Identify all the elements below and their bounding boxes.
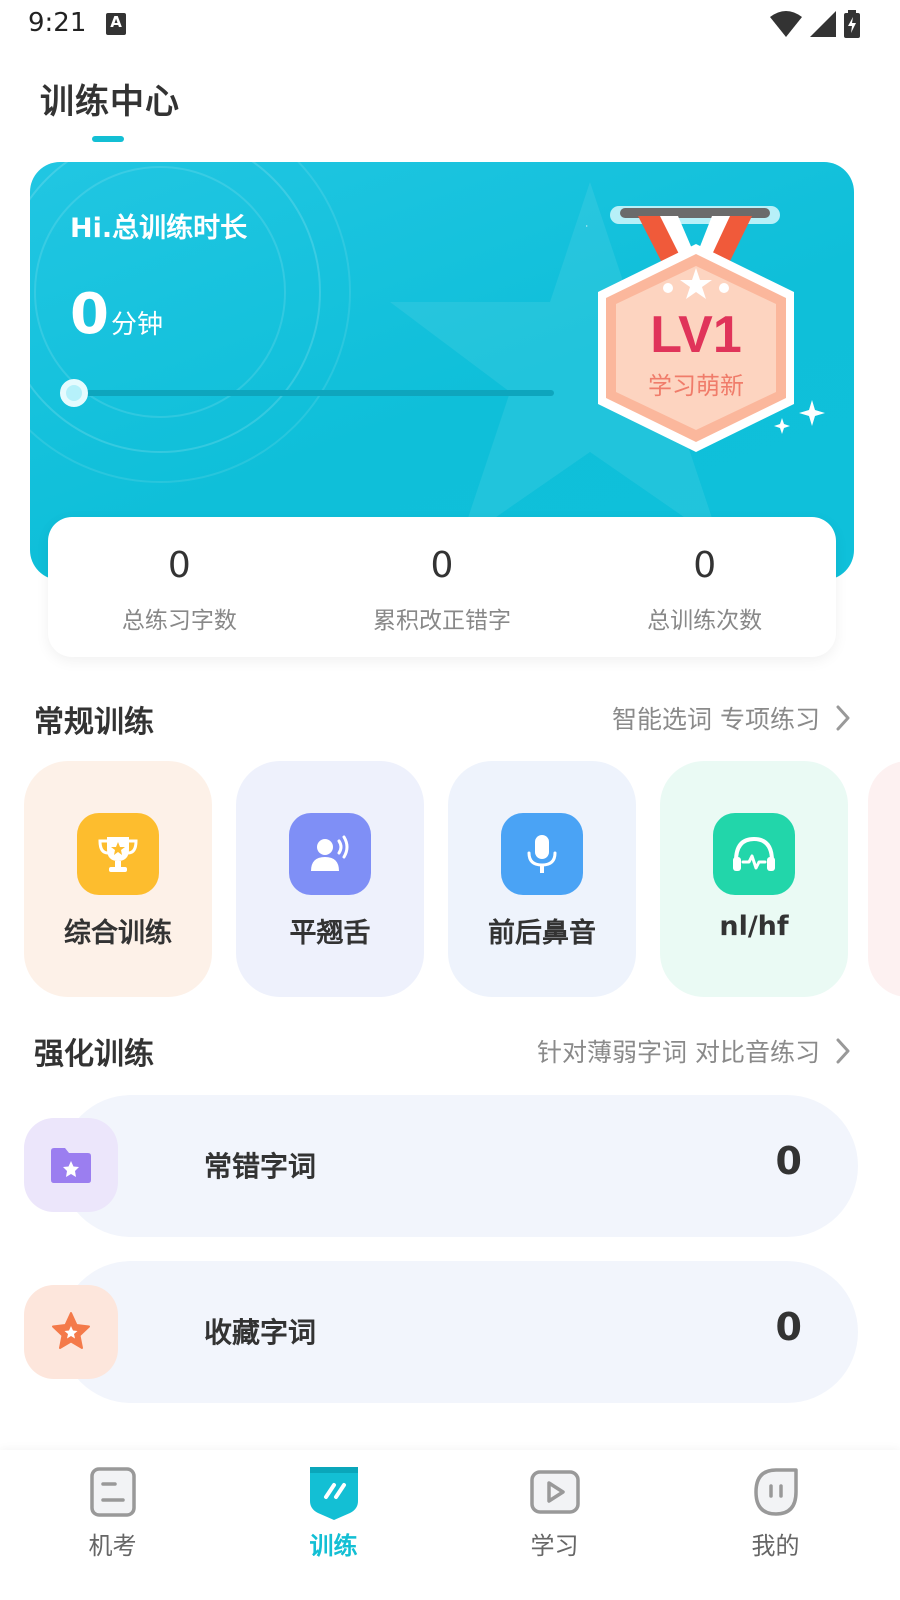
nav-label: 学习 (530, 1532, 579, 1560)
stat-label: 总练习字数 (121, 608, 237, 634)
stats-card: 0 总练习字数 0 累积改正错字 0 总训练次数 (48, 517, 836, 657)
tile-nasal-training[interactable]: 前后鼻音 (448, 761, 636, 997)
chevron-right-icon (836, 705, 850, 731)
stat-total-sessions[interactable]: 0 总训练次数 (573, 517, 836, 657)
status-icons (770, 10, 860, 38)
row-count: 0 (775, 1139, 802, 1183)
total-minutes-value: 0 (70, 282, 109, 347)
exam-icon (83, 1462, 143, 1522)
total-minutes: 0分钟 (70, 282, 163, 347)
trophy-icon (77, 813, 159, 895)
training-icon (304, 1462, 364, 1522)
star-folder-icon (24, 1118, 118, 1212)
tile-label: nl/hf (719, 911, 789, 942)
nav-training[interactable]: 训练 (221, 1450, 446, 1600)
nav-label: 机考 (88, 1532, 137, 1560)
stat-label: 累积改正错字 (373, 608, 511, 634)
stat-value: 0 (430, 545, 454, 586)
stat-value: 0 (167, 545, 191, 586)
row-count: 0 (775, 1305, 802, 1349)
speaker-person-icon (289, 813, 371, 895)
strengthen-training-link-text: 针对薄弱字词 对比音练习 (537, 1038, 820, 1067)
nav-label: 训练 (309, 1532, 358, 1560)
medal-title-text: 学习萌新 (648, 372, 744, 400)
bottom-navigation: 机考 训练 学习 我的 (0, 1450, 900, 1600)
row-label: 收藏字词 (204, 1316, 317, 1349)
stat-label: 总训练次数 (647, 608, 763, 634)
tile-comprehensive-training[interactable]: 综合训练 (24, 761, 212, 997)
favorites-row[interactable]: 收藏字词 0 (60, 1261, 858, 1403)
row-label: 常错字词 (204, 1150, 317, 1183)
wifi-icon (770, 11, 802, 37)
chevron-right-icon (836, 1038, 850, 1064)
stat-corrected-words[interactable]: 0 累积改正错字 (311, 517, 574, 657)
total-minutes-unit: 分钟 (110, 310, 163, 340)
regular-training-link-text: 智能选词 专项练习 (612, 705, 820, 734)
profile-icon (746, 1462, 806, 1522)
tile-retroflex-training[interactable]: 平翘舌 (236, 761, 424, 997)
tile-label: 前后鼻音 (488, 918, 596, 949)
nav-profile[interactable]: 我的 (663, 1450, 888, 1600)
headphones-icon (713, 813, 795, 895)
training-progress-knob (60, 379, 88, 407)
play-icon (525, 1462, 585, 1522)
nav-label: 我的 (751, 1532, 800, 1560)
training-progress-bar (70, 390, 554, 396)
signal-icon (810, 11, 836, 37)
nav-study[interactable]: 学习 (442, 1450, 667, 1600)
tile-label: 平翘舌 (289, 918, 371, 949)
title-underline (92, 136, 124, 142)
level-medal: LV1 学习萌新 (586, 206, 825, 452)
hero-greeting: Hi.总训练时长 (70, 213, 248, 244)
notification-badge: A (106, 13, 126, 35)
regular-training-title: 常规训练 (34, 705, 154, 740)
microphone-icon (501, 813, 583, 895)
strengthen-training-title: 强化训练 (34, 1037, 154, 1072)
status-bar: 9:21 A (0, 0, 900, 52)
star-icon (24, 1285, 118, 1379)
page-title: 训练中心 (40, 82, 180, 122)
strengthen-training-link[interactable]: 针对薄弱字词 对比音练习 (537, 1033, 850, 1069)
tile-label: 综合训练 (64, 918, 172, 949)
battery-icon (844, 10, 860, 38)
tile-nl-hf-training[interactable]: nl/hf (660, 761, 848, 997)
status-time: 9:21 (28, 8, 87, 38)
medal-level-text: LV1 (650, 306, 742, 364)
stat-value: 0 (693, 545, 717, 586)
regular-training-link[interactable]: 智能选词 专项练习 (612, 700, 850, 736)
common-errors-row[interactable]: 常错字词 0 (60, 1095, 858, 1237)
tile-next-partial[interactable] (868, 761, 900, 997)
stat-total-words[interactable]: 0 总练习字数 (48, 517, 311, 657)
nav-exam[interactable]: 机考 (0, 1450, 225, 1600)
